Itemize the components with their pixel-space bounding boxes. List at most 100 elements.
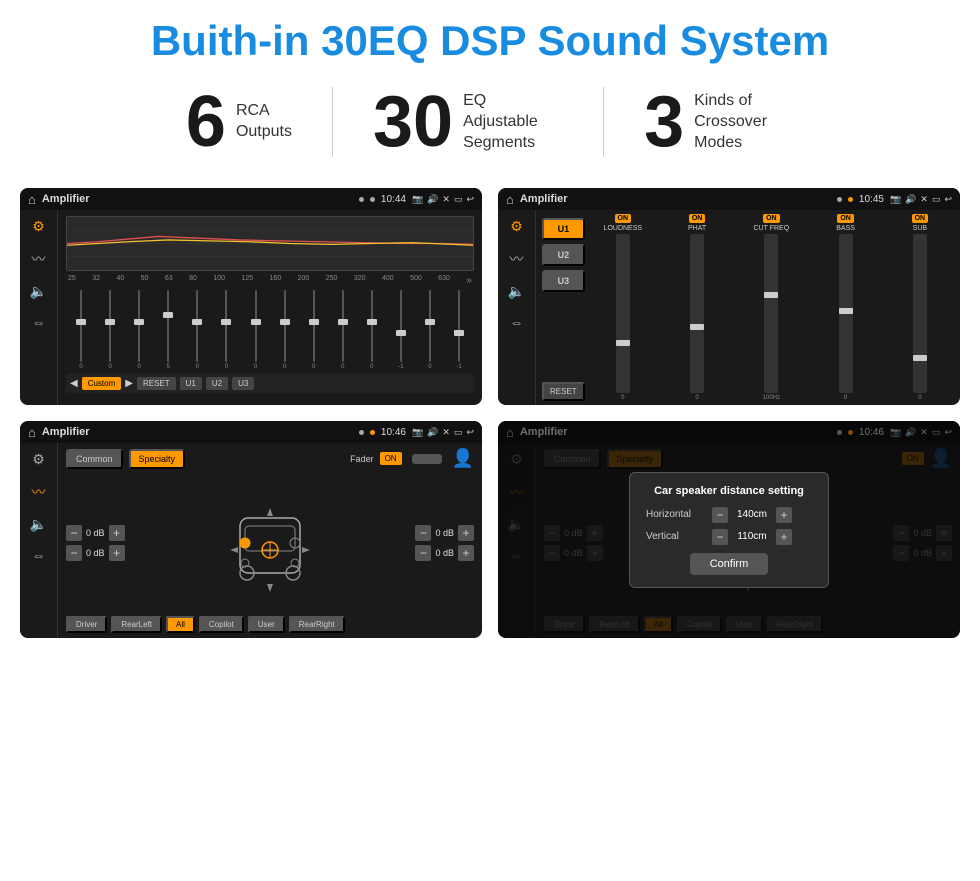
cross-preset-u2[interactable]: U2: [542, 244, 585, 266]
fader-driver-button[interactable]: Driver: [66, 616, 107, 633]
loudness-on-badge: ON: [615, 214, 632, 223]
eq-slider-6[interactable]: 0: [242, 290, 268, 370]
eq-sidebar-icon-active[interactable]: ⚙: [32, 218, 45, 235]
db-plus-bottomright[interactable]: +: [458, 545, 474, 561]
eq-next-button[interactable]: ▶: [125, 378, 133, 389]
fader-all-button[interactable]: All: [166, 616, 195, 633]
eq-u2-button[interactable]: U2: [206, 377, 228, 390]
eq-slider-8[interactable]: 0: [301, 290, 327, 370]
expand-icon[interactable]: »: [466, 275, 472, 286]
sub-label: SUB: [913, 225, 927, 232]
db-minus-topleft[interactable]: −: [66, 525, 82, 541]
eq-custom-button[interactable]: Custom: [82, 377, 122, 390]
speaker-left-controls: − 0 dB + − 0 dB +: [66, 473, 125, 612]
db-plus-topright[interactable]: +: [458, 525, 474, 541]
crossover-home-icon[interactable]: ⌂: [506, 192, 514, 207]
cross-status-dot-1: [837, 197, 842, 202]
db-value-bottomright: 0 dB: [435, 548, 454, 558]
eq-slider-9[interactable]: 0: [330, 290, 356, 370]
eq-slider-10[interactable]: 0: [359, 290, 385, 370]
crossover-status-icons: 📷 🔊 ✕ ▭ ↩: [890, 194, 952, 205]
db-plus-topleft[interactable]: +: [109, 525, 125, 541]
tab-common[interactable]: Common: [66, 449, 123, 469]
eq-slider-3[interactable]: 5: [155, 290, 181, 370]
loudness-slider[interactable]: [616, 234, 630, 393]
db-minus-topright[interactable]: −: [415, 525, 431, 541]
freq-630: 630: [438, 275, 450, 286]
eq-slider-1[interactable]: 0: [97, 290, 123, 370]
speaker-layout: − 0 dB + − 0 dB +: [66, 473, 474, 612]
dialog-horizontal-control: − 140cm +: [712, 507, 792, 523]
cross-sidebar-icon-speaker[interactable]: 🔈: [508, 283, 525, 300]
eq-sidebar-icon-speaker[interactable]: 🔈: [30, 283, 47, 300]
eq-slider-0[interactable]: 0: [68, 290, 94, 370]
fader-sidebar-icon-4[interactable]: ⇔: [32, 547, 46, 563]
eq-left-sidebar: ⚙ 〰 🔈 ⇔: [20, 210, 58, 405]
db-plus-bottomleft[interactable]: +: [109, 545, 125, 561]
eq-slider-12[interactable]: 0: [417, 290, 443, 370]
fader-on-badge: ON: [380, 452, 402, 465]
fader-sidebar-icon-2[interactable]: 〰: [32, 482, 46, 502]
freq-400: 400: [382, 275, 394, 286]
vertical-plus-button[interactable]: +: [776, 529, 792, 545]
confirm-button[interactable]: Confirm: [690, 553, 769, 575]
eq-slider-2[interactable]: 0: [126, 290, 152, 370]
dialog-horizontal-label: Horizontal: [646, 509, 706, 520]
dialog-vertical-row: Vertical − 110cm +: [646, 529, 812, 545]
eq-slider-11[interactable]: -1: [388, 290, 414, 370]
eq-sliders: 0 0 0 5 0: [66, 290, 474, 370]
eq-sidebar-icon-wave[interactable]: 〰: [32, 249, 46, 269]
db-minus-bottomleft[interactable]: −: [66, 545, 82, 561]
vertical-minus-button[interactable]: −: [712, 529, 728, 545]
cross-sidebar-icon-wave[interactable]: 〰: [510, 249, 524, 269]
fader-home-icon[interactable]: ⌂: [28, 425, 36, 440]
cross-preset-u1[interactable]: U1: [542, 218, 585, 240]
sub-slider[interactable]: [913, 234, 927, 393]
eq-sidebar-icon-arrows[interactable]: ⇔: [32, 314, 46, 330]
cross-back-icon[interactable]: ↩: [944, 194, 952, 205]
dialog-overlay: Car speaker distance setting Horizontal …: [498, 421, 960, 638]
cross-status-dot-2: [848, 197, 853, 202]
eq-reset-button[interactable]: RESET: [137, 377, 176, 390]
eq-bottom-bar: ◀ Custom ▶ RESET U1 U2 U3: [66, 374, 474, 393]
cross-sidebar-icon-active[interactable]: ⚙: [510, 218, 523, 235]
db-control-topleft: − 0 dB +: [66, 525, 125, 541]
cross-sidebar-icon-arrows[interactable]: ⇔: [510, 314, 524, 330]
bass-on-badge: ON: [837, 214, 854, 223]
fader-rearright-button[interactable]: RearRight: [289, 616, 345, 633]
fader-back-icon[interactable]: ↩: [466, 427, 474, 438]
vertical-value: 110cm: [732, 531, 772, 542]
crossover-reset-button[interactable]: RESET: [542, 382, 585, 401]
fader-user-icon[interactable]: 👤: [452, 448, 474, 469]
cross-preset-u3[interactable]: U3: [542, 270, 585, 292]
home-icon[interactable]: ⌂: [28, 192, 36, 207]
loudness-label: LOUDNESS: [604, 225, 643, 232]
stat-label-eq: EQ AdjustableSegments: [463, 91, 563, 153]
back-icon[interactable]: ↩: [466, 194, 474, 205]
fader-rearleft-button[interactable]: RearLeft: [111, 616, 162, 633]
bass-slider[interactable]: [839, 234, 853, 393]
eq-status-icons: 📷 🔊 ✕ ▭ ↩: [412, 194, 474, 205]
eq-slider-4[interactable]: 0: [184, 290, 210, 370]
eq-slider-13[interactable]: -1: [446, 290, 472, 370]
eq-u1-button[interactable]: U1: [180, 377, 202, 390]
dialog-horizontal-row: Horizontal − 140cm +: [646, 507, 812, 523]
fader-user-button[interactable]: User: [248, 616, 285, 633]
horizontal-plus-button[interactable]: +: [776, 507, 792, 523]
cutfreq-on-badge: ON: [763, 214, 780, 223]
fader-sidebar-icon-3[interactable]: 🔈: [30, 516, 47, 533]
eq-u3-button[interactable]: U3: [232, 377, 254, 390]
tab-specialty[interactable]: Specialty: [129, 449, 186, 469]
eq-prev-button[interactable]: ◀: [70, 378, 78, 389]
dialog-box: Car speaker distance setting Horizontal …: [629, 472, 829, 588]
cutfreq-slider[interactable]: [764, 234, 778, 393]
eq-slider-5[interactable]: 0: [213, 290, 239, 370]
fader-copilot-button[interactable]: Copilot: [199, 616, 244, 633]
horizontal-minus-button[interactable]: −: [712, 507, 728, 523]
fader-sidebar-icon-1[interactable]: ⚙: [32, 451, 45, 468]
db-minus-bottomright[interactable]: −: [415, 545, 431, 561]
phat-slider[interactable]: [690, 234, 704, 393]
eq-slider-7[interactable]: 0: [272, 290, 298, 370]
fader-status-icons: 📷 🔊 ✕ ▭ ↩: [412, 427, 474, 438]
phat-label: PHAT: [688, 225, 706, 232]
